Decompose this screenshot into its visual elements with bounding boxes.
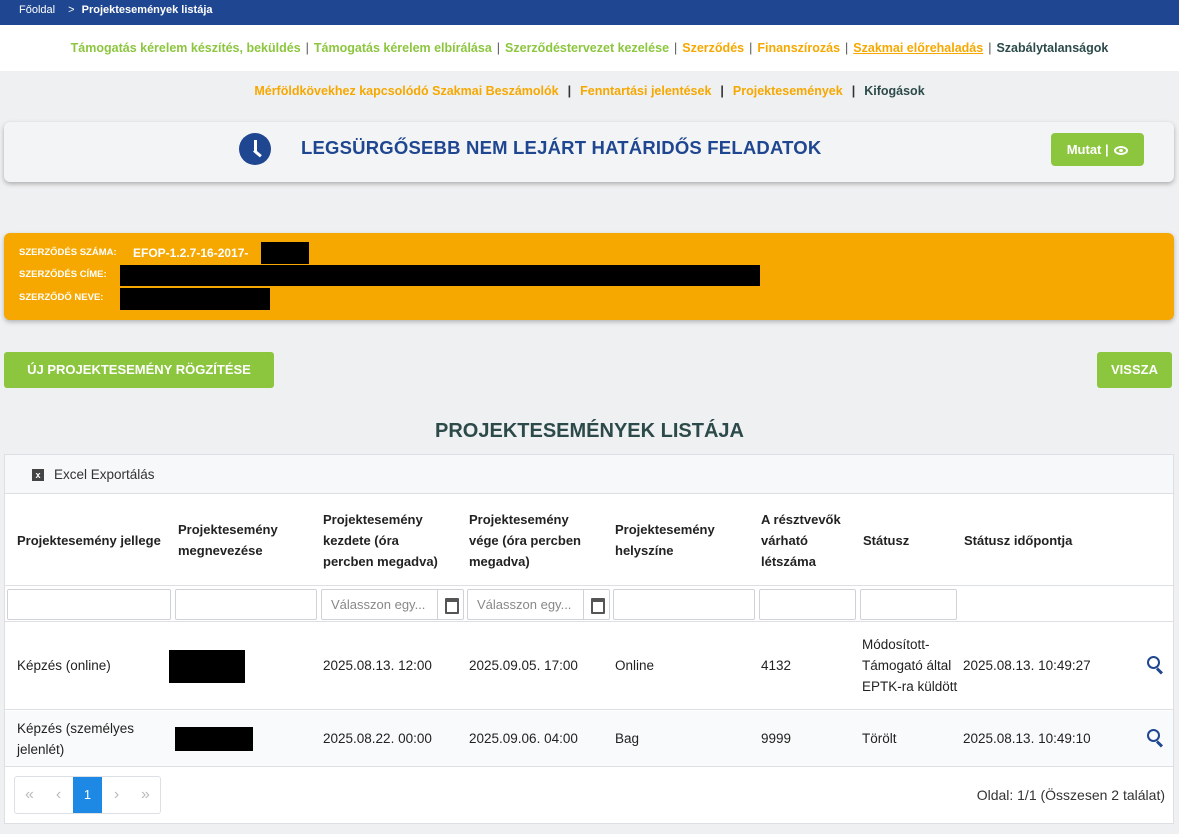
filter-start-placeholder: Válasszon egy... bbox=[331, 597, 426, 612]
subnav-maintenance-reports[interactable]: Fenntartási jelentések bbox=[580, 84, 711, 98]
page-info: Oldal: 1/1 (Összesen 2 találat) bbox=[976, 787, 1165, 803]
cell-location: Online bbox=[615, 658, 655, 673]
table-row: Képzés (online) 2025.08.13. 12:00 2025.0… bbox=[5, 622, 1173, 710]
redacted-event-name bbox=[169, 650, 245, 683]
breadcrumb-home-link[interactable]: Főoldal bbox=[19, 4, 55, 16]
filter-name-input[interactable] bbox=[175, 589, 317, 620]
breadcrumb-current: Projektesemények listája bbox=[81, 4, 213, 16]
filter-end-placeholder: Válasszon egy... bbox=[477, 597, 572, 612]
cell-location: Bag bbox=[615, 731, 640, 746]
first-page-button[interactable]: « bbox=[15, 777, 44, 813]
filter-start-date-input[interactable]: Válasszon egy... bbox=[321, 589, 464, 620]
cell-status: Módosított-Támogató által EPTK-ra küldöt… bbox=[862, 637, 958, 694]
redacted-contractor-name bbox=[120, 288, 270, 310]
nav-divider: | bbox=[749, 41, 753, 55]
last-page-button[interactable]: » bbox=[131, 777, 160, 813]
contract-info-panel: SZERZŐDÉS SZÁMA: EFOP-1.2.7-16-2017- SZE… bbox=[4, 233, 1174, 320]
breadcrumb-separator: > bbox=[68, 4, 75, 16]
cell-type: Képzés (online) bbox=[17, 658, 111, 673]
cell-status-time: 2025.08.13. 10:49:27 bbox=[963, 658, 1091, 673]
urgent-tasks-panel: LEGSÜRGŐSEBB NEM LEJÁRT HATÁRIDŐS FELADA… bbox=[4, 122, 1174, 182]
filter-type-input[interactable] bbox=[7, 589, 171, 620]
calendar-icon[interactable] bbox=[583, 590, 609, 619]
table-row: Képzés (személyes jelenlét) 2025.08.22. … bbox=[5, 711, 1173, 767]
cell-end: 2025.09.06. 04:00 bbox=[469, 731, 578, 746]
next-page-button[interactable]: › bbox=[102, 777, 131, 813]
cell-type: Képzés (személyes jelenlét) bbox=[17, 720, 135, 757]
cell-status-time: 2025.08.13. 10:49:10 bbox=[963, 731, 1091, 746]
nav-irregularities[interactable]: Szabálytalanságok bbox=[996, 41, 1108, 55]
search-icon[interactable] bbox=[1147, 656, 1165, 674]
cell-start: 2025.08.13. 12:00 bbox=[323, 658, 432, 673]
subnav-project-events[interactable]: Projektesemények bbox=[733, 84, 843, 98]
redacted-event-name bbox=[175, 727, 253, 751]
subnav-divider: | bbox=[720, 84, 724, 98]
contractor-name-label: SZERZŐDŐ NEVE: bbox=[19, 292, 104, 303]
search-icon[interactable] bbox=[1147, 729, 1165, 747]
cell-start: 2025.08.22. 00:00 bbox=[323, 731, 432, 746]
nav-divider: | bbox=[496, 41, 501, 55]
nav-contract[interactable]: Szerződés bbox=[682, 41, 744, 55]
filter-location-input[interactable] bbox=[613, 589, 755, 620]
contract-title-label: SZERZŐDÉS CÍME: bbox=[19, 269, 107, 280]
contract-number-label: SZERZŐDÉS SZÁMA: bbox=[19, 247, 117, 258]
filter-end-date-input[interactable]: Válasszon egy... bbox=[467, 589, 610, 620]
back-button[interactable]: VISSZA bbox=[1097, 352, 1172, 388]
nav-grant-evaluation[interactable]: Támogatás kérelem elbírálása bbox=[314, 41, 492, 55]
nav-divider: | bbox=[845, 41, 849, 55]
nav-grant-application[interactable]: Támogatás kérelem készítés, beküldés bbox=[71, 41, 301, 55]
nav-professional-progress[interactable]: Szakmai előrehaladás bbox=[853, 41, 983, 55]
breadcrumb: Főoldal > Projektesemények listája bbox=[0, 0, 1179, 25]
nav-divider: | bbox=[674, 41, 678, 55]
excel-export-label: Excel Exportálás bbox=[54, 467, 155, 482]
subnav-milestone-reports[interactable]: Mérföldkövekhez kapcsolódó Szakmai Beszá… bbox=[254, 84, 558, 98]
show-button-label: Mutat | bbox=[1066, 142, 1109, 157]
main-nav: Támogatás kérelem készítés, beküldés | Tám… bbox=[0, 25, 1179, 71]
filter-status-input[interactable] bbox=[860, 589, 957, 620]
redacted-contract-number bbox=[261, 242, 309, 264]
cell-end: 2025.09.05. 17:00 bbox=[469, 658, 578, 673]
column-header-participants[interactable]: A résztvevők várható létszáma bbox=[761, 495, 853, 585]
pagination: « ‹ 1 › » bbox=[14, 776, 161, 814]
column-header-name[interactable]: Projektesemény megnevezése bbox=[178, 495, 313, 585]
nav-divider: | bbox=[305, 41, 309, 55]
prev-page-button[interactable]: ‹ bbox=[44, 777, 73, 813]
show-urgent-button[interactable]: Mutat | bbox=[1051, 133, 1144, 166]
column-header-type[interactable]: Projektesemény jellege bbox=[17, 495, 167, 585]
subnav-objections[interactable]: Kifogások bbox=[864, 84, 924, 98]
header-divider bbox=[5, 585, 1173, 586]
clock-icon bbox=[239, 133, 271, 165]
redacted-contract-title bbox=[120, 265, 760, 286]
cell-participants: 9999 bbox=[761, 731, 792, 746]
excel-icon: x bbox=[32, 469, 44, 481]
contract-number-value: EFOP-1.2.7-16-2017- bbox=[133, 246, 249, 260]
calendar-icon[interactable] bbox=[437, 590, 463, 619]
subnav-divider: | bbox=[851, 84, 856, 98]
urgent-tasks-title: LEGSÜRGŐSEBB NEM LEJÁRT HATÁRIDŐS FELADA… bbox=[301, 137, 822, 158]
sub-nav: Mérföldkövekhez kapcsolódó Szakmai Beszá… bbox=[0, 84, 1179, 98]
nav-divider: | bbox=[988, 41, 992, 55]
new-project-event-button[interactable]: ÚJ PROJEKTESEMÉNY RÖGZÍTÉSE bbox=[4, 352, 274, 388]
project-events-grid: x Excel Exportálás Projektesemény jelleg… bbox=[4, 454, 1174, 824]
page-title: PROJEKTESEMÉNYEK LISTÁJA bbox=[435, 420, 744, 442]
column-header-end[interactable]: Projektesemény vége (óra percben megadva… bbox=[469, 495, 599, 585]
filter-participants-input[interactable] bbox=[759, 589, 856, 620]
subnav-divider: | bbox=[567, 84, 572, 98]
grid-toolbar: x Excel Exportálás bbox=[5, 455, 1173, 494]
eye-icon bbox=[1114, 146, 1129, 155]
column-header-status-time[interactable]: Státusz időpontja bbox=[964, 495, 1144, 585]
nav-contract-draft[interactable]: Szerződéstervezet kezelése bbox=[505, 41, 669, 55]
page-button-current[interactable]: 1 bbox=[73, 777, 102, 813]
column-header-start[interactable]: Projektesemény kezdete (óra percben mega… bbox=[323, 495, 451, 585]
cell-status: Törölt bbox=[862, 731, 897, 746]
cell-participants: 4132 bbox=[761, 658, 792, 673]
nav-financing[interactable]: Finanszírozás bbox=[757, 41, 840, 55]
column-header-status[interactable]: Státusz bbox=[863, 495, 953, 585]
column-header-location[interactable]: Projektesemény helyszíne bbox=[615, 495, 745, 585]
